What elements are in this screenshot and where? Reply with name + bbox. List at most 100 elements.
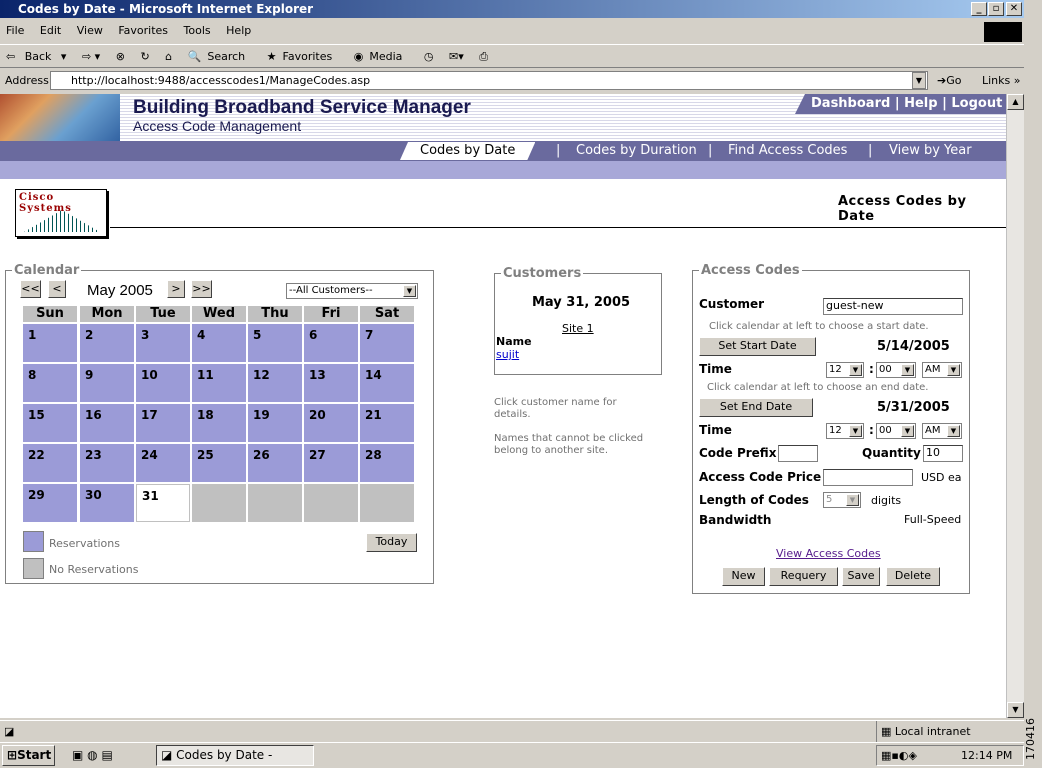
calendar-day[interactable]: 11 [192,364,246,402]
calendar-day[interactable]: 15 [23,404,77,442]
menu-tools[interactable]: Tools [184,24,211,37]
tab-find-access-codes[interactable]: Find Access Codes [728,142,847,160]
length-value: 5 [826,494,833,505]
calendar-day[interactable]: 31 [136,484,190,522]
menu-file[interactable]: File [6,24,24,37]
customers-note: Click customer name for details. [494,397,617,420]
calendar-day[interactable]: 24 [136,444,190,482]
calendar-day[interactable]: 29 [23,484,77,522]
status-bar: ◪ ▦ Local intranet [0,720,1024,743]
customer-input[interactable]: guest-new [823,298,963,315]
requery-button[interactable]: Requery [769,567,838,586]
calendar-day[interactable]: 17 [136,404,190,442]
quantity-input[interactable]: 10 [923,445,963,462]
scroll-up-icon[interactable]: ▲ [1007,94,1024,110]
set-start-date-button[interactable]: Set Start Date [699,337,816,356]
print-icon[interactable]: ⎙ [479,50,488,63]
site-link[interactable]: Site 1 [562,322,594,335]
end-minute-select[interactable]: 00 ▼ [876,423,916,439]
menu-view[interactable]: View [77,24,103,37]
calendar-day[interactable]: 23 [80,444,134,482]
menu-favorites[interactable]: Favorites [118,24,168,37]
start-label: Start [17,748,52,762]
calendar-day[interactable]: 1 [23,324,77,362]
start-minute-select[interactable]: 00 ▼ [876,362,916,378]
history-icon[interactable]: ◷ [424,50,434,63]
go-button[interactable]: ➔Go [937,71,961,91]
prev-month-button[interactable]: < [48,280,66,298]
calendar-day[interactable]: 25 [192,444,246,482]
customer-link[interactable]: sujit [496,348,519,361]
scroll-down-icon[interactable]: ▼ [1007,702,1024,718]
calendar-day[interactable]: 14 [360,364,414,402]
address-dropdown-icon[interactable]: ▼ [912,72,926,89]
refresh-icon[interactable]: ↻ [140,50,149,63]
minimize-button[interactable]: _ [971,2,987,16]
favorites-button[interactable]: ★ Favorites [267,50,339,63]
new-button[interactable]: New [722,567,765,586]
calendar-day[interactable]: 3 [136,324,190,362]
back-button[interactable]: ⇦ Back ▾ [6,50,66,63]
next-month-button[interactable]: > [167,280,185,298]
dashboard-link[interactable]: Dashboard [811,96,890,111]
help-link[interactable]: Help [904,96,937,111]
tab-view-by-year[interactable]: View by Year [889,142,972,160]
calendar-day[interactable]: 16 [80,404,134,442]
calendar-day[interactable]: 22 [23,444,77,482]
calendar-day[interactable]: 19 [248,404,302,442]
calendar-day[interactable]: 5 [248,324,302,362]
maximize-button[interactable]: ▫ [988,2,1004,16]
code-prefix-input[interactable] [778,445,818,462]
tab-codes-by-duration[interactable]: Codes by Duration [576,142,697,160]
calendar-day[interactable]: 21 [360,404,414,442]
customer-filter-select[interactable]: --All Customers-- ▼ [286,283,418,299]
calendar-day[interactable]: 13 [304,364,358,402]
mail-icon[interactable]: ✉▾ [449,50,464,63]
today-button[interactable]: Today [366,533,417,552]
calendar-day[interactable]: 20 [304,404,358,442]
media-button[interactable]: ◉ Media [354,50,409,63]
start-ampm-select[interactable]: AM ▼ [922,362,962,378]
start-time-label: Time [699,362,732,376]
calendar-day[interactable]: 10 [136,364,190,402]
length-select[interactable]: 5 ▼ [823,492,861,508]
calendar-day[interactable]: 27 [304,444,358,482]
save-button[interactable]: Save [842,567,880,586]
menu-help[interactable]: Help [226,24,251,37]
calendar-day[interactable]: 9 [80,364,134,402]
set-end-date-button[interactable]: Set End Date [699,398,813,417]
logout-link[interactable]: Logout [951,96,1002,111]
calendar-day[interactable]: 12 [248,364,302,402]
calendar-day[interactable]: 6 [304,324,358,362]
start-button[interactable]: ⊞Start [2,745,55,766]
delete-button[interactable]: Delete [886,567,940,586]
forward-button[interactable]: ⇨ ▾ [82,50,100,63]
home-icon[interactable]: ⌂ [165,50,172,63]
next-year-button[interactable]: >> [191,280,212,298]
calendar-day[interactable]: 8 [23,364,77,402]
calendar-day[interactable]: 2 [80,324,134,362]
price-input[interactable] [823,469,913,486]
start-hour-select[interactable]: 12 ▼ [826,362,864,378]
menu-edit[interactable]: Edit [40,24,61,37]
end-hour-select[interactable]: 12 ▼ [826,423,864,439]
taskbar-task-button[interactable]: ◪ Codes by Date - Micro... [156,745,314,768]
stop-icon[interactable]: ⊗ [116,50,125,63]
tab-codes-by-date[interactable]: Codes by Date [400,142,535,160]
start-date-value: 5/14/2005 [877,339,950,354]
calendar-day[interactable]: 30 [80,484,134,522]
calendar-day[interactable]: 18 [192,404,246,442]
view-access-codes-link[interactable]: View Access Codes [776,547,881,560]
calendar-day[interactable]: 26 [248,444,302,482]
address-input[interactable]: http://localhost:9488/accesscodes1/Manag… [50,71,928,90]
vertical-scrollbar[interactable]: ▲ ▼ [1006,94,1024,718]
search-button[interactable]: 🔍 Search [188,50,252,63]
quick-launch-icon[interactable]: ▣ ◍ ▤ [72,743,113,767]
close-button[interactable]: ✕ [1006,2,1022,16]
end-ampm-select[interactable]: AM ▼ [922,423,962,439]
prev-year-button[interactable]: << [20,280,41,298]
calendar-day[interactable]: 28 [360,444,414,482]
calendar-day[interactable]: 4 [192,324,246,362]
links-button[interactable]: Links » [982,71,1021,91]
calendar-day[interactable]: 7 [360,324,414,362]
